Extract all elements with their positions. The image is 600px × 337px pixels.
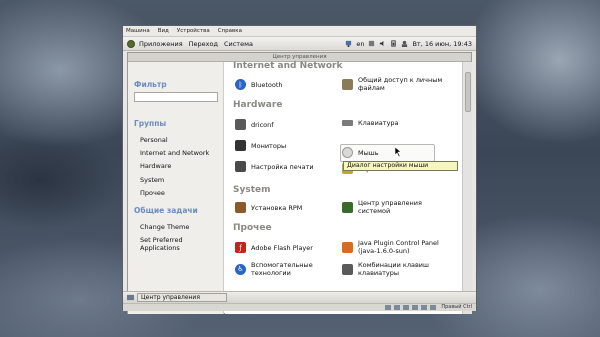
- accessibility-icon: ♿: [235, 263, 246, 275]
- tasks-heading: Общие задачи: [134, 206, 198, 215]
- item-label: Bluetooth: [251, 80, 283, 89]
- virtualbox-window: Машина Вид Устройства Справка Приложения…: [122, 25, 477, 314]
- vm-menu-help[interactable]: Справка: [218, 28, 242, 34]
- item-label: Adobe Flash Player: [251, 243, 313, 252]
- panel-clock[interactable]: Вт, 16 июн, 19:43: [412, 40, 472, 48]
- vm-statusbar: Правый Ctrl: [123, 303, 476, 311]
- item-shared-files[interactable]: Общий доступ к личным файлам: [342, 76, 442, 92]
- item-driconf[interactable]: driconf: [235, 119, 274, 130]
- item-bluetooth[interactable]: ᛒ Bluetooth: [235, 79, 283, 90]
- item-label: driconf: [251, 120, 274, 129]
- panel-menu-places[interactable]: Переход: [189, 40, 218, 48]
- printer-icon: [235, 161, 246, 172]
- mouse-icon: [342, 147, 353, 158]
- item-keyboard-shortcuts[interactable]: Комбинации клавиш клавиатуры: [342, 261, 429, 277]
- panel-menu-applications[interactable]: Приложения: [139, 40, 183, 48]
- task-preferred-apps[interactable]: Set Preferred Applications: [140, 236, 223, 252]
- section-other-heading: Прочее: [233, 223, 272, 233]
- rpm-install-icon: [235, 202, 246, 213]
- cd-icon[interactable]: [394, 305, 400, 310]
- taskbar-button-label: Центр управления: [141, 294, 200, 301]
- item-java-plugin[interactable]: Java Plugin Control Panel (java-1.6.0-sun…: [342, 239, 439, 255]
- keyboard-icon: [342, 120, 353, 126]
- item-label: Клавиатура: [358, 119, 399, 127]
- group-system[interactable]: System: [140, 176, 164, 184]
- mouse-tooltip: Диалог настройки мыши: [343, 161, 458, 171]
- item-mouse[interactable]: Мышь: [342, 147, 379, 158]
- keyboard-shortcuts-icon: [342, 263, 353, 275]
- mouse-pointer-icon: [395, 147, 402, 157]
- guest-bottom-panel: Центр управления: [123, 291, 476, 303]
- filter-input[interactable]: [134, 92, 218, 102]
- bluetooth-icon: ᛒ: [235, 79, 246, 90]
- section-system-heading: System: [233, 185, 271, 195]
- filter-heading: Фильтр: [134, 80, 167, 89]
- item-printing[interactable]: Настройка печати: [235, 161, 314, 172]
- vm-menu-machine[interactable]: Машина: [126, 28, 150, 34]
- section-hardware-heading: Hardware: [233, 100, 283, 110]
- item-label: Вспомогательные технологии: [251, 261, 313, 277]
- control-center-window: Центр управления Фильтр Группы Personal …: [127, 52, 472, 314]
- host-key-label: Правый Ctrl: [441, 304, 472, 310]
- item-accessibility[interactable]: ♿ Вспомогательные технологии: [235, 261, 313, 277]
- groups-heading: Группы: [134, 119, 167, 128]
- taskbar-button-control-center[interactable]: Центр управления: [137, 293, 227, 302]
- group-hardware[interactable]: Hardware: [140, 162, 171, 170]
- shared-folder-icon: [342, 78, 353, 90]
- vm-status-icons: [385, 305, 436, 310]
- show-desktop-icon[interactable]: [127, 294, 134, 301]
- item-label: Настройка печати: [251, 162, 314, 171]
- usb-icon[interactable]: [403, 305, 409, 310]
- window-title: Центр управления: [272, 54, 327, 60]
- item-label: Комбинации клавиш клавиатуры: [358, 261, 429, 277]
- vm-menubar: Машина Вид Устройства Справка: [123, 26, 476, 37]
- task-change-theme[interactable]: Change Theme: [140, 223, 189, 231]
- flash-icon: ƒ: [235, 242, 246, 253]
- item-flash-player[interactable]: ƒ Adobe Flash Player: [235, 242, 313, 253]
- scrollbar-thumb[interactable]: [465, 72, 471, 112]
- panel-menu-system[interactable]: Система: [224, 40, 253, 48]
- content-pane: Internet and Network ᛒ Bluetooth Общий д…: [225, 61, 462, 314]
- volume-icon[interactable]: [379, 40, 386, 47]
- vm-menu-view[interactable]: Вид: [158, 28, 169, 34]
- monitor-icon: [235, 140, 246, 151]
- shared-folders-icon[interactable]: [421, 305, 427, 310]
- item-rpm-install[interactable]: Установка RPM: [235, 202, 302, 213]
- item-label: Установка RPM: [251, 203, 303, 212]
- item-keyboard[interactable]: Клавиатура: [342, 119, 399, 127]
- item-label: Центр управления системой: [358, 199, 422, 215]
- driconf-icon: [235, 119, 246, 130]
- hdd-icon[interactable]: [385, 305, 391, 310]
- keyboard-layout-indicator[interactable]: en: [356, 40, 364, 48]
- content-scrollbar[interactable]: [462, 62, 472, 314]
- sidebar: Фильтр Группы Personal Internet and Netw…: [128, 62, 224, 314]
- network-icon[interactable]: [345, 40, 352, 47]
- item-label: Мониторы: [251, 141, 287, 150]
- user-icon[interactable]: [401, 40, 408, 47]
- vm-menu-devices[interactable]: Устройства: [177, 28, 210, 34]
- item-label: Общий доступ к личным файлам: [358, 76, 443, 92]
- item-monitors[interactable]: Мониторы: [235, 140, 286, 151]
- distro-logo-icon[interactable]: [127, 39, 135, 48]
- section-internet-heading: Internet and Network: [233, 61, 343, 71]
- tray-app-icon[interactable]: [368, 40, 375, 47]
- group-personal[interactable]: Personal: [140, 136, 168, 144]
- guest-top-panel: Приложения Переход Система en Вт, 16 июн…: [123, 37, 476, 51]
- item-label: Java Plugin Control Panel (java-1.6.0-sun…: [358, 239, 439, 255]
- mouse-integration-icon[interactable]: [430, 305, 436, 310]
- item-label: Мышь: [358, 148, 379, 157]
- network-adapter-icon[interactable]: [412, 305, 418, 310]
- group-other[interactable]: Прочее: [140, 189, 165, 197]
- java-icon: [342, 241, 353, 253]
- item-system-center[interactable]: Центр управления системой: [342, 199, 422, 215]
- battery-icon[interactable]: [390, 40, 397, 47]
- group-internet-network[interactable]: Internet and Network: [140, 149, 209, 157]
- system-center-icon: [342, 201, 353, 213]
